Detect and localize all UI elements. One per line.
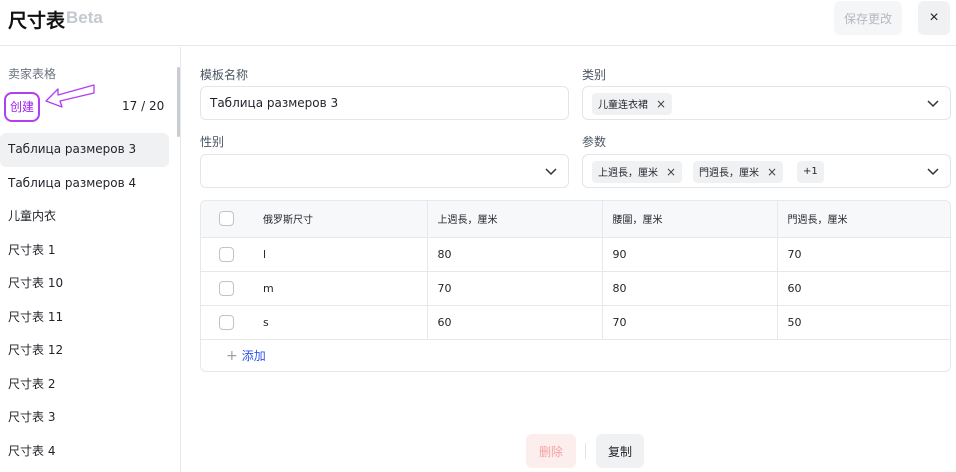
column-header: 俄罗斯尺寸 [253,201,428,238]
size-table: 俄罗斯尺寸 上週長，厘米 腰圍，厘米 門週長，厘米 l 80 90 70 m 70 80 60… [200,200,951,372]
param-tag: 上週長，厘米 × [592,161,683,183]
row-checkbox[interactable] [219,314,234,330]
page-title: 尺寸表 [8,10,66,32]
sidebar: 卖家表格 创建 17 / 20 Таблица размеров 3 Таблиц… [0,47,181,472]
save-changes-button[interactable]: 保存更改 [834,1,902,35]
params-select[interactable]: 上週長，厘米 × 門週長，厘米 × +1 [582,154,951,188]
table-cell[interactable]: 80 [602,271,778,306]
table-cell[interactable]: 60 [427,305,603,340]
plus-icon: + [226,348,238,364]
table-cell[interactable]: l [253,237,428,272]
copy-button[interactable]: 复制 [596,434,644,468]
table-cell[interactable]: 60 [777,271,950,306]
annotation-arrow [45,84,95,108]
template-list: Таблица размеров 3 Таблица размеров 4 儿童内衣… [0,133,172,468]
column-header: 上週長，厘米 [427,201,603,238]
row-select-cell [201,305,253,340]
category-select[interactable]: 儿童连衣裙 × [582,86,951,120]
template-list-item[interactable]: 尺寸表 11 [0,301,169,335]
table-row: l 80 90 70 [201,237,950,272]
template-list-item[interactable]: Таблица размеров 3 [0,133,169,167]
category-label: 类别 [582,68,607,82]
column-header: 門週長，厘米 [777,201,950,238]
row-select-cell [201,271,253,306]
template-list-item[interactable]: 尺寸表 10 [0,267,169,301]
param-tag: 門週長，厘米 × [693,161,784,183]
beta-badge: Beta [66,8,103,27]
template-name-input[interactable]: Таблица размеров 3 [200,86,569,120]
chevron-down-icon[interactable] [926,164,940,178]
row-checkbox[interactable] [219,246,234,262]
table-cell[interactable]: 70 [427,271,603,306]
table-cell[interactable]: s [253,305,428,340]
table-cell[interactable]: m [253,271,428,306]
template-name-value: Таблица размеров 3 [210,96,339,110]
template-list-item[interactable]: 儿童内衣 [0,200,169,234]
close-button[interactable]: × [918,1,950,35]
template-list-item[interactable]: Таблица размеров 4 [0,167,169,201]
gender-select[interactable] [200,154,569,188]
select-all-checkbox[interactable] [219,211,234,227]
table-cell[interactable]: 70 [777,237,950,272]
params-label: 参数 [582,135,607,149]
add-row-button[interactable]: + 添加 [226,347,266,364]
table-cell[interactable]: 50 [777,305,950,340]
gender-label: 性别 [200,135,225,149]
table-cell[interactable]: 90 [602,237,778,272]
table-cell[interactable]: 70 [602,305,778,340]
tag-remove-icon[interactable]: × [767,165,777,179]
tag-remove-icon[interactable]: × [656,97,666,111]
template-list-item[interactable]: 尺寸表 1 [0,234,169,268]
table-row: m 70 80 60 [201,271,950,306]
template-list-item[interactable]: 尺寸表 4 [0,435,169,469]
add-row-label: 添加 [241,349,266,363]
table-header-row: 俄罗斯尺寸 上週長，厘米 腰圍，厘米 門週長，厘米 [201,201,950,238]
template-name-label: 模板名称 [200,68,249,82]
divider [585,443,586,459]
param-more-badge[interactable]: +1 [797,161,824,183]
chevron-down-icon[interactable] [926,96,940,110]
category-tag: 儿童连衣裙 × [592,93,673,115]
sidebar-scrollbar[interactable] [177,67,180,137]
row-checkbox[interactable] [219,280,234,296]
column-header: 腰圍，厘米 [602,201,778,238]
header: 尺寸表 Beta 保存更改 × [0,0,956,46]
table-cell[interactable]: 80 [427,237,603,272]
template-list-item[interactable]: 尺寸表 2 [0,368,169,402]
close-icon: × [929,9,939,26]
delete-button[interactable]: 删除 [526,434,576,468]
chevron-down-icon[interactable] [544,164,558,178]
template-list-item[interactable]: 尺寸表 3 [0,401,169,435]
select-all-cell [201,201,253,238]
row-select-cell [201,237,253,272]
tag-remove-icon[interactable]: × [666,165,676,179]
template-list-item[interactable]: 尺寸表 12 [0,334,169,368]
create-button[interactable]: 创建 [4,92,41,122]
table-row: s 60 70 50 [201,305,950,340]
template-count: 17 / 20 [122,99,165,113]
